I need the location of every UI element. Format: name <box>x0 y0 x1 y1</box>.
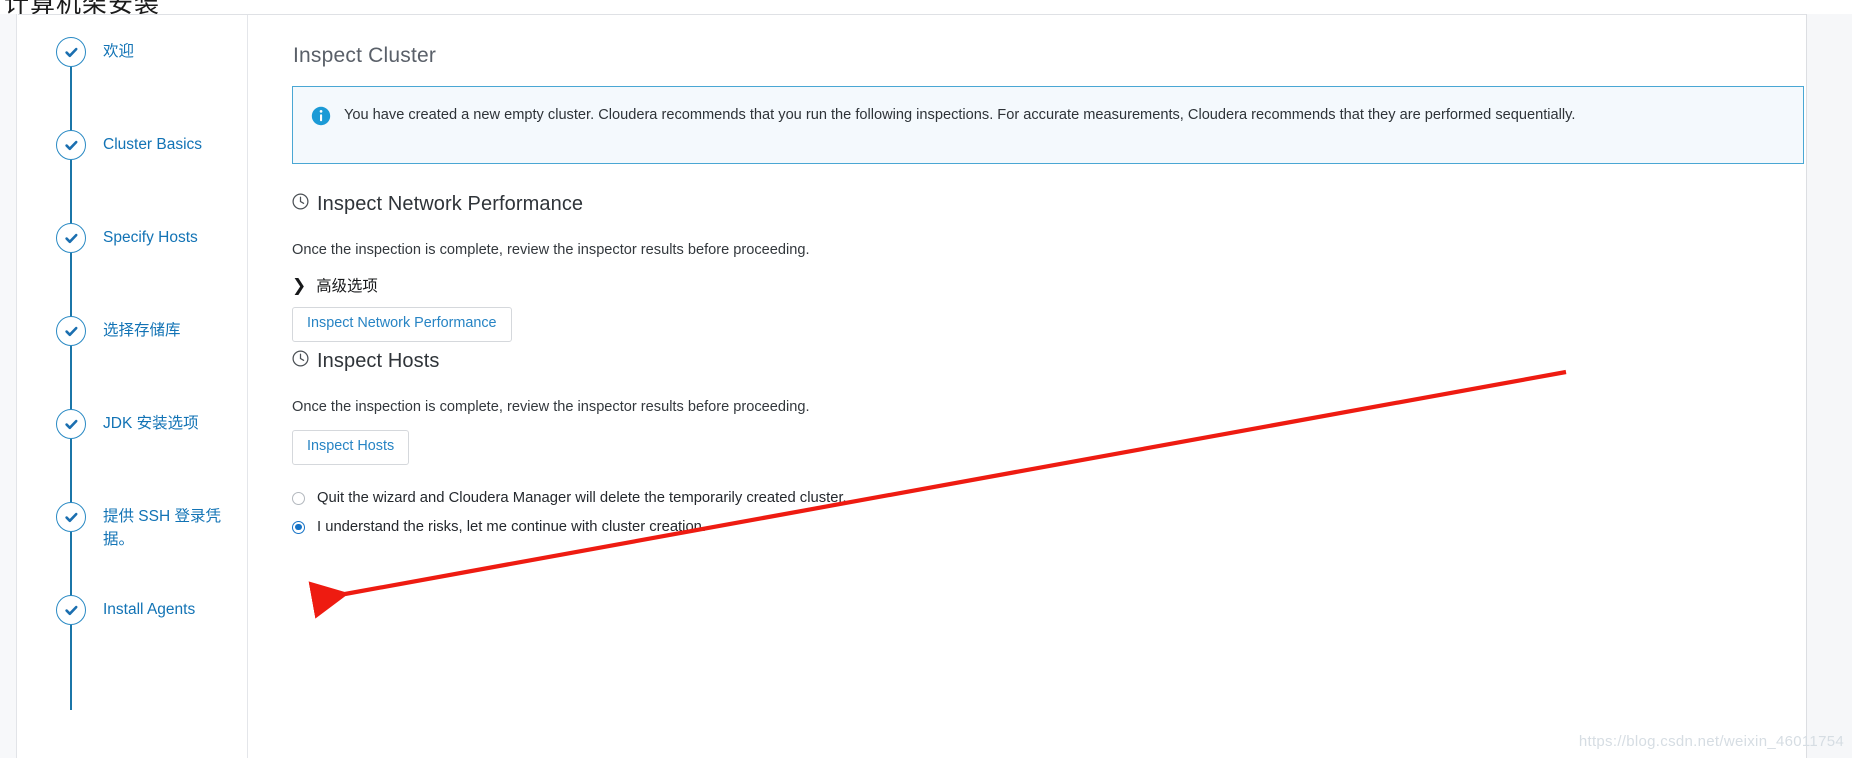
right-gutter <box>1806 14 1852 758</box>
page-title: Inspect Cluster <box>293 44 437 67</box>
wizard-step[interactable]: 提供 SSH 登录凭据。 <box>18 502 247 596</box>
section-heading-inspect-hosts-label: Inspect Hosts <box>317 350 440 372</box>
step-connector-line <box>70 625 72 710</box>
clock-icon <box>292 193 309 216</box>
wizard-panel: 欢迎 Cluster Basics Specify Hosts 选择存储库 JDK 安装… <box>18 14 1806 758</box>
wizard-step-label: 提供 SSH 登录凭据。 <box>103 508 221 549</box>
helper-text-network-performance: Once the inspection is complete, review … <box>292 242 810 258</box>
helper-text-inspect-hosts: Once the inspection is complete, review … <box>292 399 810 415</box>
clock-icon <box>292 350 309 373</box>
step-connector-line <box>70 253 72 317</box>
screenshot-root: 计算机架安装 欢迎 Cluster Basics Specify Hosts 选择存储… <box>0 0 1852 758</box>
radio-quit-wizard[interactable]: Quit the wizard and Cloudera Manager wil… <box>292 490 847 506</box>
wizard-step-label: 选择存储库 <box>103 322 181 339</box>
step-connector-line <box>70 67 72 131</box>
wizard-step-label: 欢迎 <box>103 43 135 60</box>
wizard-step[interactable]: JDK 安装选项 <box>18 409 247 503</box>
advanced-options-label: 高级选项 <box>316 278 378 295</box>
check-circle-icon <box>56 409 86 439</box>
wizard-step[interactable]: Install Agents <box>18 595 247 710</box>
wizard-step-label: JDK 安装选项 <box>103 415 199 432</box>
info-alert: You have created a new empty cluster. Cl… <box>292 86 1804 164</box>
section-heading-inspect-hosts: Inspect Hosts <box>292 350 439 373</box>
step-connector-line <box>70 160 72 224</box>
check-circle-icon <box>56 316 86 346</box>
check-circle-icon <box>56 223 86 253</box>
radio-quit-wizard-control[interactable] <box>292 491 305 505</box>
wizard-step-label: Cluster Basics <box>103 136 203 153</box>
check-circle-icon <box>56 502 86 532</box>
wizard-step[interactable]: 选择存储库 <box>18 316 247 410</box>
radio-quit-wizard-label: Quit the wizard and Cloudera Manager wil… <box>317 490 847 506</box>
check-circle-icon <box>56 595 86 625</box>
watermark: https://blog.csdn.net/weixin_46011754 <box>1578 733 1844 750</box>
chevron-right-icon: ❯ <box>292 275 307 295</box>
wizard-step-label: Specify Hosts <box>103 229 198 246</box>
wizard-step[interactable]: Cluster Basics <box>18 130 247 224</box>
main-content: Inspect Cluster You have created a new e… <box>249 15 1806 758</box>
section-heading-network-performance: Inspect Network Performance <box>292 193 583 216</box>
wizard-step[interactable]: 欢迎 <box>18 37 247 131</box>
radio-understand-risks[interactable]: I understand the risks, let me continue … <box>292 519 706 535</box>
wizard-step-list: 欢迎 Cluster Basics Specify Hosts 选择存储库 JDK 安装… <box>18 15 247 710</box>
inspect-hosts-button[interactable]: Inspect Hosts <box>292 430 410 465</box>
step-connector-line <box>70 439 72 503</box>
section-heading-network-performance-label: Inspect Network Performance <box>317 193 584 215</box>
check-circle-icon <box>56 37 86 67</box>
step-connector-line <box>70 346 72 410</box>
advanced-options-toggle[interactable]: ❯ 高级选项 <box>292 274 378 296</box>
inspect-network-performance-button[interactable]: Inspect Network Performance <box>292 307 512 342</box>
info-circle-icon <box>311 106 331 126</box>
radio-understand-risks-control[interactable] <box>292 520 305 534</box>
wizard-step[interactable]: Specify Hosts <box>18 223 247 317</box>
wizard-step-label: Install Agents <box>103 601 196 618</box>
check-circle-icon <box>56 130 86 160</box>
info-alert-message: You have created a new empty cluster. Cl… <box>344 107 1576 123</box>
wizard-steps-sidebar: 欢迎 Cluster Basics Specify Hosts 选择存储库 JDK 安装… <box>18 15 248 758</box>
radio-understand-risks-label: I understand the risks, let me continue … <box>317 519 707 535</box>
step-connector-line <box>70 532 72 596</box>
left-gutter <box>0 14 17 758</box>
